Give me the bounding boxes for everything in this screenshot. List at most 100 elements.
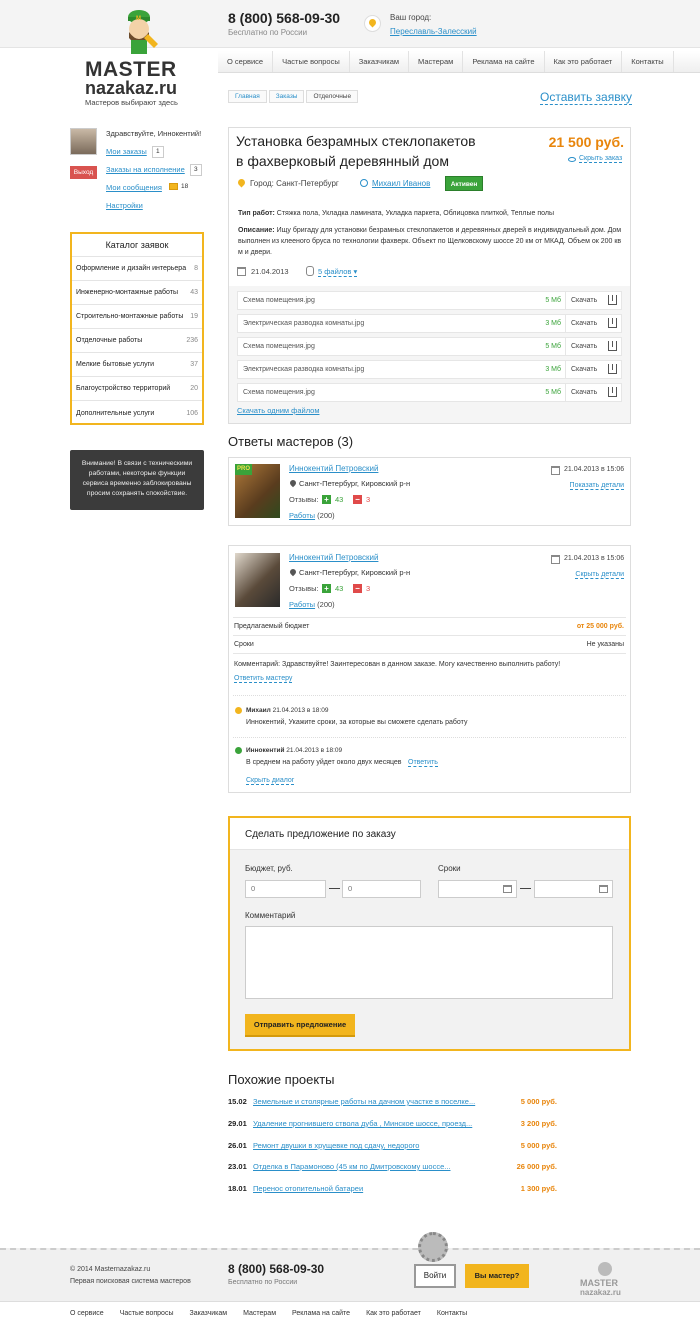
order-title: Установка безрамных стеклопакетов в фахв…	[236, 131, 476, 171]
master-name-link[interactable]: Иннокентий Петровский	[289, 464, 378, 473]
leave-request-link[interactable]: Оставить заявку	[540, 90, 632, 105]
similar-link[interactable]: Перенос отопительной батареи	[253, 1183, 503, 1195]
nav-item-how[interactable]: Как это работает	[545, 51, 623, 72]
download-icon	[608, 318, 617, 328]
files-count-link[interactable]: 5 файлов ▾	[318, 267, 358, 277]
similar-item: 18.01 Перенос отопительной батареи 1 300 р…	[228, 1183, 563, 1195]
offer-form: Сделать предложение по заказу Бюджет, ру…	[228, 816, 631, 1051]
desc-value: Ищу бригаду для установки безрамных стек…	[238, 227, 622, 256]
similar-item: 23.01 Отделка в Парамоново (45 км по Дмит…	[228, 1161, 563, 1173]
works-row: Работы (200)	[289, 600, 335, 609]
breadcrumb-orders[interactable]: Заказы	[268, 90, 305, 103]
nav-item-masters[interactable]: Мастерам	[409, 51, 464, 72]
budget-from-input[interactable]: 0	[245, 880, 326, 898]
footer-copyright: © 2014 Masternazakaz.ru	[70, 1266, 151, 1273]
footer-nav-about[interactable]: О сервисе	[62, 1302, 112, 1326]
logout-button[interactable]: Выход	[70, 166, 97, 179]
catalog-item-household[interactable]: Мелкие бытовые услуги 37	[72, 353, 202, 377]
login-button[interactable]: Войти	[414, 1264, 456, 1288]
download-all-link[interactable]: Скачать одним файлом	[237, 406, 319, 415]
download-button[interactable]: Скачать	[565, 384, 621, 401]
similar-link[interactable]: Удаление прогнившего ствола дуба , Минск…	[253, 1118, 503, 1130]
term-from-input[interactable]	[438, 880, 517, 898]
catalog-item-additional[interactable]: Дополнительные услуги 106	[72, 401, 202, 425]
works-link[interactable]: Работы	[289, 511, 315, 520]
submit-offer-button[interactable]: Отправить предложение	[245, 1014, 355, 1037]
comment-textarea[interactable]	[245, 926, 613, 999]
orders-execution-link[interactable]: Заказы на исполнение	[106, 165, 185, 174]
reply-master-link[interactable]: Ответить мастеру	[234, 675, 293, 683]
footer-nav-how[interactable]: Как это работает	[358, 1302, 429, 1326]
nav-item-ads[interactable]: Реклама на сайте	[463, 51, 545, 72]
settings-link[interactable]: Настройки	[106, 201, 143, 210]
catalog-item-count: 8	[194, 265, 198, 272]
hide-order-link[interactable]: Скрыть заказ	[579, 155, 623, 163]
similar-price: 26 000 руб.	[516, 1162, 557, 1171]
footer-nav-masters[interactable]: Мастерам	[235, 1302, 284, 1326]
nav-item-faq[interactable]: Частые вопросы	[273, 51, 350, 72]
similar-date: 23.01	[228, 1162, 247, 1171]
hide-dialog-link[interactable]: Скрыть диалог	[246, 777, 295, 785]
similar-link[interactable]: Отделка в Парамоново (45 км по Дмитровск…	[253, 1161, 503, 1173]
budget-to-input[interactable]: 0	[342, 880, 421, 898]
my-messages-link[interactable]: Мои сообщения	[106, 183, 162, 192]
show-details-link[interactable]: Показать детали	[569, 482, 624, 490]
file-name: Схема помещения.jpg	[243, 343, 315, 350]
logo[interactable]: M MASTER nazakaz.ru Мастеров выбирают зд…	[85, 8, 195, 107]
catalog-item-landscaping[interactable]: Благоустройство территорий 20	[72, 377, 202, 401]
reply-link[interactable]: Ответить	[408, 759, 438, 767]
catalog-item-engineering[interactable]: Инженерно-монтажные работы 43	[72, 281, 202, 305]
mascot-icon	[598, 1262, 612, 1276]
similar-link[interactable]: Земельные и столярные работы на дачном у…	[253, 1096, 503, 1108]
master-name-link[interactable]: Иннокентий Петровский	[289, 553, 378, 562]
city-label: Ваш город:	[390, 13, 432, 22]
are-you-master-button[interactable]: Вы мастер?	[465, 1264, 529, 1288]
footer-logo-domain: nazakaz.ru	[580, 1288, 621, 1297]
footer-nav-customers[interactable]: Заказчикам	[181, 1302, 235, 1326]
footer-logo[interactable]: MASTER nazakaz.ru	[580, 1262, 630, 1300]
footer-phone-note: Бесплатно по России	[228, 1279, 298, 1286]
catalog-item-finishing[interactable]: Отделочные работы 236	[72, 329, 202, 353]
catalog-item-label: Отделочные работы	[76, 337, 143, 344]
file-size: 3 Мб	[545, 366, 561, 373]
catalog-item-count: 43	[190, 289, 198, 296]
similar-link[interactable]: Ремонт двушки в хрущевке под сдачу, недо…	[253, 1140, 503, 1152]
works-link[interactable]: Работы	[289, 600, 315, 609]
reviews-minus-count: 3	[366, 495, 371, 504]
similar-date: 18.01	[228, 1184, 247, 1193]
catalog-item-design[interactable]: Оформление и дизайн интерьера 8	[72, 257, 202, 281]
footer-nav-faq[interactable]: Частые вопросы	[112, 1302, 182, 1326]
nav-item-customers[interactable]: Заказчикам	[350, 51, 410, 72]
download-button[interactable]: Скачать	[565, 361, 621, 378]
order-author-link[interactable]: Михаил Иванов	[372, 179, 430, 188]
footer-nav-ads[interactable]: Реклама на сайте	[284, 1302, 358, 1326]
minus-icon: −	[353, 584, 362, 593]
catalog-item-label: Мелкие бытовые услуги	[76, 361, 155, 368]
comment-field-label: Комментарий	[245, 911, 296, 920]
city-link[interactable]: Переславль-Залесский	[390, 27, 477, 36]
message-author: Иннокентий	[246, 747, 285, 754]
breadcrumb: Главная Заказы Отделочные	[228, 90, 359, 103]
download-button[interactable]: Скачать	[565, 315, 621, 332]
my-orders-link[interactable]: Мои заказы	[106, 147, 147, 156]
footer-nav-contacts[interactable]: Контакты	[429, 1302, 475, 1326]
catalog-item-label: Оформление и дизайн интерьера	[76, 265, 187, 272]
calendar-icon	[503, 885, 512, 893]
minus-icon: −	[353, 495, 362, 504]
range-dash	[329, 888, 340, 889]
term-value: Не указаны	[586, 641, 624, 648]
answer-date: 21.04.2013 в 15:06	[564, 555, 625, 562]
nav-item-contacts[interactable]: Контакты	[622, 51, 674, 72]
download-button[interactable]: Скачать	[565, 292, 621, 309]
term-to-input[interactable]	[534, 880, 613, 898]
download-label: Скачать	[571, 320, 598, 327]
message-author: Михаил	[246, 707, 271, 714]
hide-details-link[interactable]: Скрыть детали	[575, 571, 624, 579]
nav-item-about[interactable]: О сервисе	[218, 51, 274, 72]
similar-item: 26.01 Ремонт двушки в хрущевке под сдачу,…	[228, 1140, 563, 1152]
catalog-item-construction[interactable]: Строительно-монтажные работы 19	[72, 305, 202, 329]
breadcrumb-home[interactable]: Главная	[228, 90, 267, 103]
order-date: 21.04.2013	[251, 267, 289, 276]
svg-text:M: M	[136, 16, 141, 22]
download-button[interactable]: Скачать	[565, 338, 621, 355]
